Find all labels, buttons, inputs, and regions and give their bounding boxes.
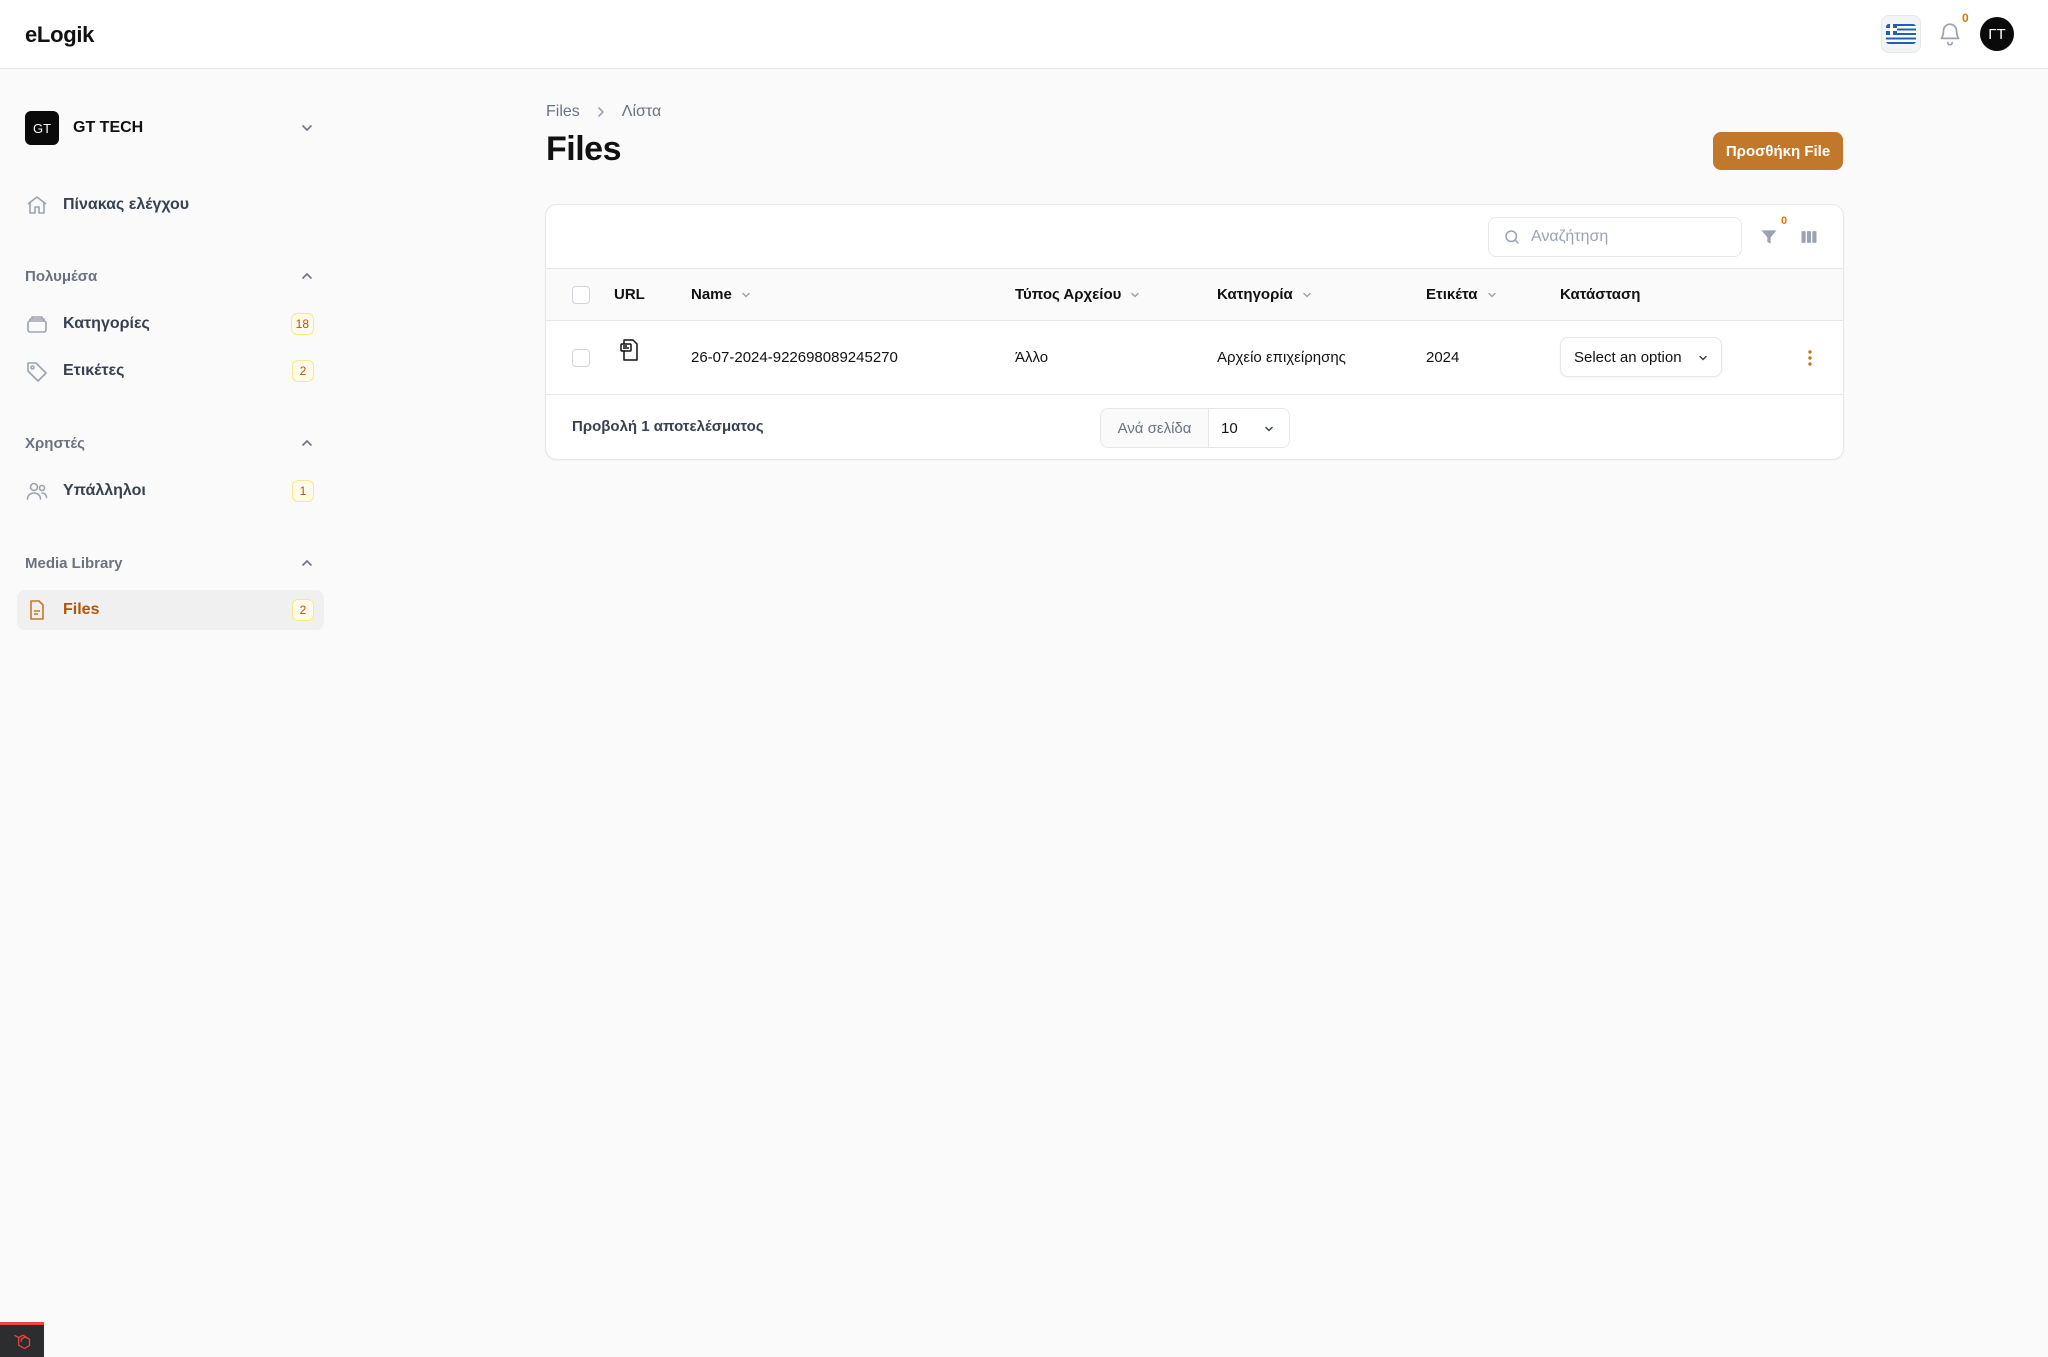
language-switcher[interactable] [1881,15,1921,53]
add-file-button[interactable]: Προσθήκη File [1713,132,1843,170]
table-toolbar: 0 [546,205,1843,269]
table-footer: Προβολή 1 αποτελέσματος Ανά σελίδα 10 [546,396,1843,459]
home-icon [25,193,49,217]
chevron-down-icon [1699,355,1707,361]
filter-count-badge: 0 [1781,215,1788,227]
page-title: Files [546,130,621,168]
columns-icon[interactable] [1797,225,1821,249]
sidebar-group-label: Χρηστές [25,434,85,452]
search-icon [1505,230,1519,244]
sort-chevron-icon [1303,292,1311,298]
file-type-cell: Άλλο [1015,349,1049,366]
column-header-url: URL [614,286,645,303]
file-name-cell: 26-07-2024-922698089245270 [691,349,898,366]
sidebar-item-dashboard[interactable]: Πίνακας ελέγχου [17,185,324,225]
chevron-right-icon [594,105,608,119]
table-row[interactable]: 26-07-2024-922698089245270 Άλλο Αρχείο ε… [546,321,1843,395]
column-header-category[interactable]: Κατηγορία [1217,286,1313,303]
per-page-label: Ανά σελίδα [1101,409,1209,447]
greek-flag-icon [1886,24,1916,44]
sidebar-group-media-library[interactable]: Media Library [25,551,315,575]
chevron-up-icon [302,272,312,279]
sidebar-group-users[interactable]: Χρηστές [25,431,315,455]
sort-chevron-icon [742,292,750,298]
chevron-down-icon [1265,426,1273,432]
sidebar-group-label: Πολυμέσα [25,267,98,285]
breadcrumb: Files Λίστα [546,103,661,121]
files-table-card: 0 URL Name Τύπος Αρχείου Κατηγορία Ετικέ… [545,204,1844,460]
tenant-switcher[interactable]: GT GT TECH [25,111,315,145]
per-page-select[interactable]: Ανά σελίδα 10 [1100,408,1290,448]
sidebar-item-label: Υπάλληλοι [63,482,146,499]
sidebar: GT GT TECH Πίνακας ελέγχου Πολυμέσα Κατη… [0,69,340,1357]
sidebar-item-label: Ετικέτες [63,362,125,379]
sidebar-group-label: Media Library [25,554,123,572]
bell-icon[interactable] [1937,20,1963,48]
chevron-up-icon [302,559,312,566]
row-checkbox[interactable] [572,349,590,367]
count-badge: 18 [290,313,314,335]
sidebar-item-employees[interactable]: Υπάλληλοι 1 [17,471,324,511]
sidebar-item-tags[interactable]: Ετικέτες 2 [17,351,324,391]
sidebar-item-label: Files [63,601,100,618]
status-select-value: Select an option [1574,348,1682,366]
table-header: URL Name Τύπος Αρχείου Κατηγορία Ετικέτα… [546,269,1843,321]
results-summary: Προβολή 1 αποτελέσματος [572,418,764,435]
document-icon [25,598,49,622]
count-badge: 2 [292,360,314,382]
chevron-up-icon [302,439,312,446]
column-header-file-type[interactable]: Τύπος Αρχείου [1015,286,1141,303]
tag-icon [25,359,49,383]
count-badge: 2 [292,599,314,621]
folder-stack-icon [25,312,49,336]
brand-logo[interactable]: eLogik [25,22,94,48]
chevron-down-icon [302,125,312,132]
sidebar-item-categories[interactable]: Κατηγορίες 18 [17,304,324,344]
sort-chevron-icon [1131,292,1140,298]
breadcrumb-current: Λίστα [621,103,662,120]
laravel-logo-icon [14,1334,31,1350]
column-header-tag[interactable]: Ετικέτα [1426,286,1498,303]
sidebar-item-label: Πίνακας ελέγχου [63,196,190,213]
per-page-value[interactable]: 10 [1209,409,1289,447]
top-bar: eLogik 0 ΓΤ [0,0,2048,69]
debugbar-toggle[interactable] [0,1322,44,1357]
tenant-name: GT TECH [73,119,144,136]
category-cell: Αρχείο επιχείρησης [1217,349,1346,366]
users-icon [25,479,49,503]
search-box[interactable] [1488,217,1742,257]
user-avatar[interactable]: ΓΤ [1980,17,2014,51]
breadcrumb-link-files[interactable]: Files [546,103,580,121]
row-actions-kebab-icon[interactable] [1798,345,1822,371]
file-thumbnail-icon[interactable] [618,337,642,368]
sort-chevron-icon [1487,292,1496,298]
column-header-name[interactable]: Name [691,286,752,303]
search-input[interactable] [1531,228,1711,246]
tag-cell: 2024 [1426,349,1460,366]
notifications-count-badge: 0 [1962,11,1969,25]
sidebar-item-files[interactable]: Files 2 [17,590,324,630]
select-all-checkbox[interactable] [572,286,590,304]
filter-icon[interactable] [1757,225,1781,249]
tenant-logo: GT [25,111,59,145]
column-header-status: Κατάσταση [1560,286,1641,303]
status-select[interactable]: Select an option [1560,337,1722,377]
sidebar-group-media[interactable]: Πολυμέσα [25,264,315,288]
sidebar-item-label: Κατηγορίες [63,315,150,332]
count-badge: 1 [292,480,314,502]
